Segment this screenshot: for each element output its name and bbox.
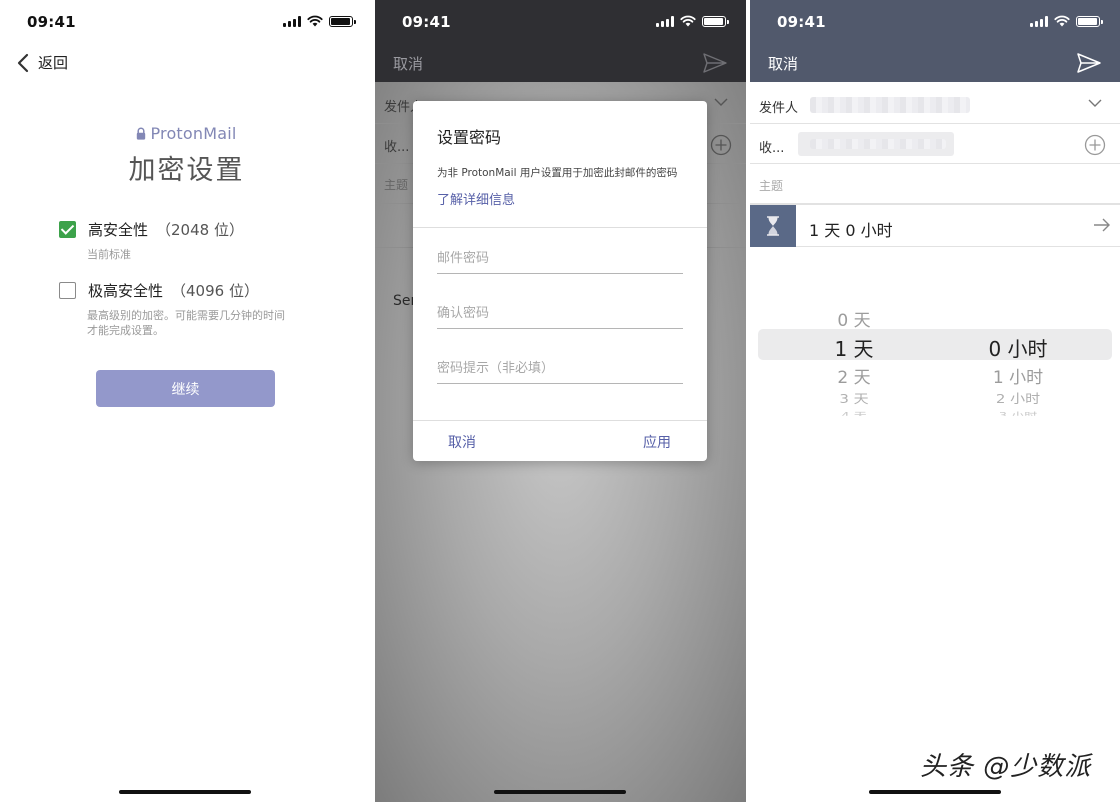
lock-icon <box>137 127 146 140</box>
subject-label: 主题 <box>384 178 409 192</box>
password-field[interactable] <box>437 244 683 274</box>
to-row[interactable]: 收... <box>750 124 1120 164</box>
add-recipient-icon[interactable] <box>1084 134 1106 156</box>
option-extreme-security[interactable]: 极高安全性 （4096 位） <box>59 280 259 301</box>
status-icons <box>656 15 729 27</box>
dialog-apply-button[interactable]: 应用 <box>643 432 671 452</box>
to-label: 收... <box>384 140 410 155</box>
dialog-title: 设置密码 <box>437 128 502 147</box>
back-button[interactable]: 返回 <box>16 52 68 73</box>
checkbox-unchecked[interactable] <box>59 282 76 299</box>
hint-line-2: 才能完成设置。 <box>87 324 164 337</box>
add-recipient-icon[interactable] <box>710 134 732 156</box>
expiration-value: 1 天 0 小时 <box>809 221 893 240</box>
send-icon[interactable] <box>702 52 728 74</box>
dialog-description: 为非 ProtonMail 用户设置用于加密此封邮件的密码 <box>437 167 678 179</box>
option-extreme-hint: 最高级别的加密。可能需要几分钟的时间 才能完成设置。 <box>87 308 285 338</box>
password-hint-field[interactable] <box>437 354 683 384</box>
cancel-button[interactable]: 取消 <box>393 53 423 74</box>
status-time: 09:41 <box>27 13 76 31</box>
wifi-icon <box>1054 15 1070 27</box>
arrow-right-icon[interactable] <box>1093 218 1111 232</box>
picker-day-option[interactable]: 3 天 <box>794 390 914 408</box>
cancel-button[interactable]: 取消 <box>768 53 798 74</box>
status-icons <box>1030 15 1103 27</box>
subject-row[interactable]: 主题 <box>750 164 1120 204</box>
encryption-settings-screen: 09:41 返回 ProtonMail 加密设置 高安全性 （2048 位） 当… <box>0 0 373 802</box>
to-label: 收... <box>759 141 785 156</box>
option-high-security[interactable]: 高安全性 （2048 位） <box>59 219 244 240</box>
picker-day-option[interactable]: 0 天 <box>794 306 914 331</box>
option-extreme-label: 极高安全性 <box>88 282 164 300</box>
battery-icon <box>329 15 356 27</box>
subject-label: 主题 <box>759 179 784 193</box>
option-high-bits: （2048 位） <box>156 221 244 239</box>
checkbox-checked[interactable] <box>59 221 76 238</box>
from-row[interactable]: 发件人 <box>750 84 1120 124</box>
from-label: 发件人 <box>759 101 799 116</box>
blurred-recipient-address <box>810 139 946 149</box>
blurred-sender-address <box>810 97 970 113</box>
status-time: 09:41 <box>402 13 451 31</box>
dialog-separator <box>413 420 707 421</box>
continue-button[interactable]: 继续 <box>96 370 275 407</box>
confirm-password-field[interactable] <box>437 299 683 329</box>
wifi-icon <box>680 15 696 27</box>
expiration-row[interactable]: 1 天 0 小时 <box>750 204 1120 247</box>
home-indicator <box>119 790 251 794</box>
page-title: 加密设置 <box>128 155 245 186</box>
learn-more-link[interactable]: 了解详细信息 <box>437 189 515 208</box>
option-high-hint: 当前标准 <box>87 248 131 261</box>
set-password-screen: 09:41 取消 发件人 收... 主题 Ser 设置密码 为非 ProtonM… <box>375 0 746 802</box>
picker-hour-option[interactable]: 2 小时 <box>958 390 1078 408</box>
chevron-down-icon[interactable] <box>714 98 728 107</box>
option-extreme-bits: （4096 位） <box>171 282 259 300</box>
expiration-screen: 09:41 取消 发件人 收... 主题 1 天 0 小时 0 天 1 天 2 … <box>750 0 1120 802</box>
status-time: 09:41 <box>777 13 826 31</box>
picker-hour-selected[interactable]: 0 小时 <box>958 333 1078 362</box>
chevron-down-icon[interactable] <box>1088 99 1102 108</box>
chevron-left-icon <box>17 53 29 72</box>
status-bar: 09:41 <box>375 0 746 44</box>
back-label: 返回 <box>38 54 69 72</box>
cellular-signal-icon <box>283 15 301 27</box>
watermark: 头条 @少数派 <box>920 752 1092 782</box>
picker-day-option[interactable]: 2 天 <box>794 363 914 388</box>
dialog-cancel-button[interactable]: 取消 <box>448 432 476 452</box>
picker-hour-option[interactable]: 1 小时 <box>958 363 1078 388</box>
cellular-signal-icon <box>656 15 674 27</box>
send-icon[interactable] <box>1076 52 1102 74</box>
home-indicator <box>494 790 626 794</box>
battery-icon <box>1076 15 1103 27</box>
status-bar: 09:41 <box>0 0 373 44</box>
cellular-signal-icon <box>1030 15 1048 27</box>
dialog-separator <box>413 227 707 228</box>
option-high-label: 高安全性 <box>88 221 149 239</box>
set-password-dialog: 设置密码 为非 ProtonMail 用户设置用于加密此封邮件的密码 了解详细信… <box>413 101 707 461</box>
home-indicator <box>869 790 1001 794</box>
picker-day-selected[interactable]: 1 天 <box>794 333 914 362</box>
status-icons <box>283 15 356 27</box>
hourglass-button[interactable] <box>750 205 796 247</box>
hint-line-1: 最高级别的加密。可能需要几分钟的时间 <box>87 309 285 322</box>
picker-day-option[interactable]: 4 天 <box>794 409 914 416</box>
battery-icon <box>702 15 729 27</box>
brand-logo: ProtonMail <box>0 124 373 143</box>
brand-name: ProtonMail <box>150 124 237 143</box>
status-bar: 09:41 <box>750 0 1120 44</box>
wifi-icon <box>307 15 323 27</box>
hourglass-icon <box>767 216 779 236</box>
picker-hour-option[interactable]: 3 小时 <box>958 409 1078 416</box>
